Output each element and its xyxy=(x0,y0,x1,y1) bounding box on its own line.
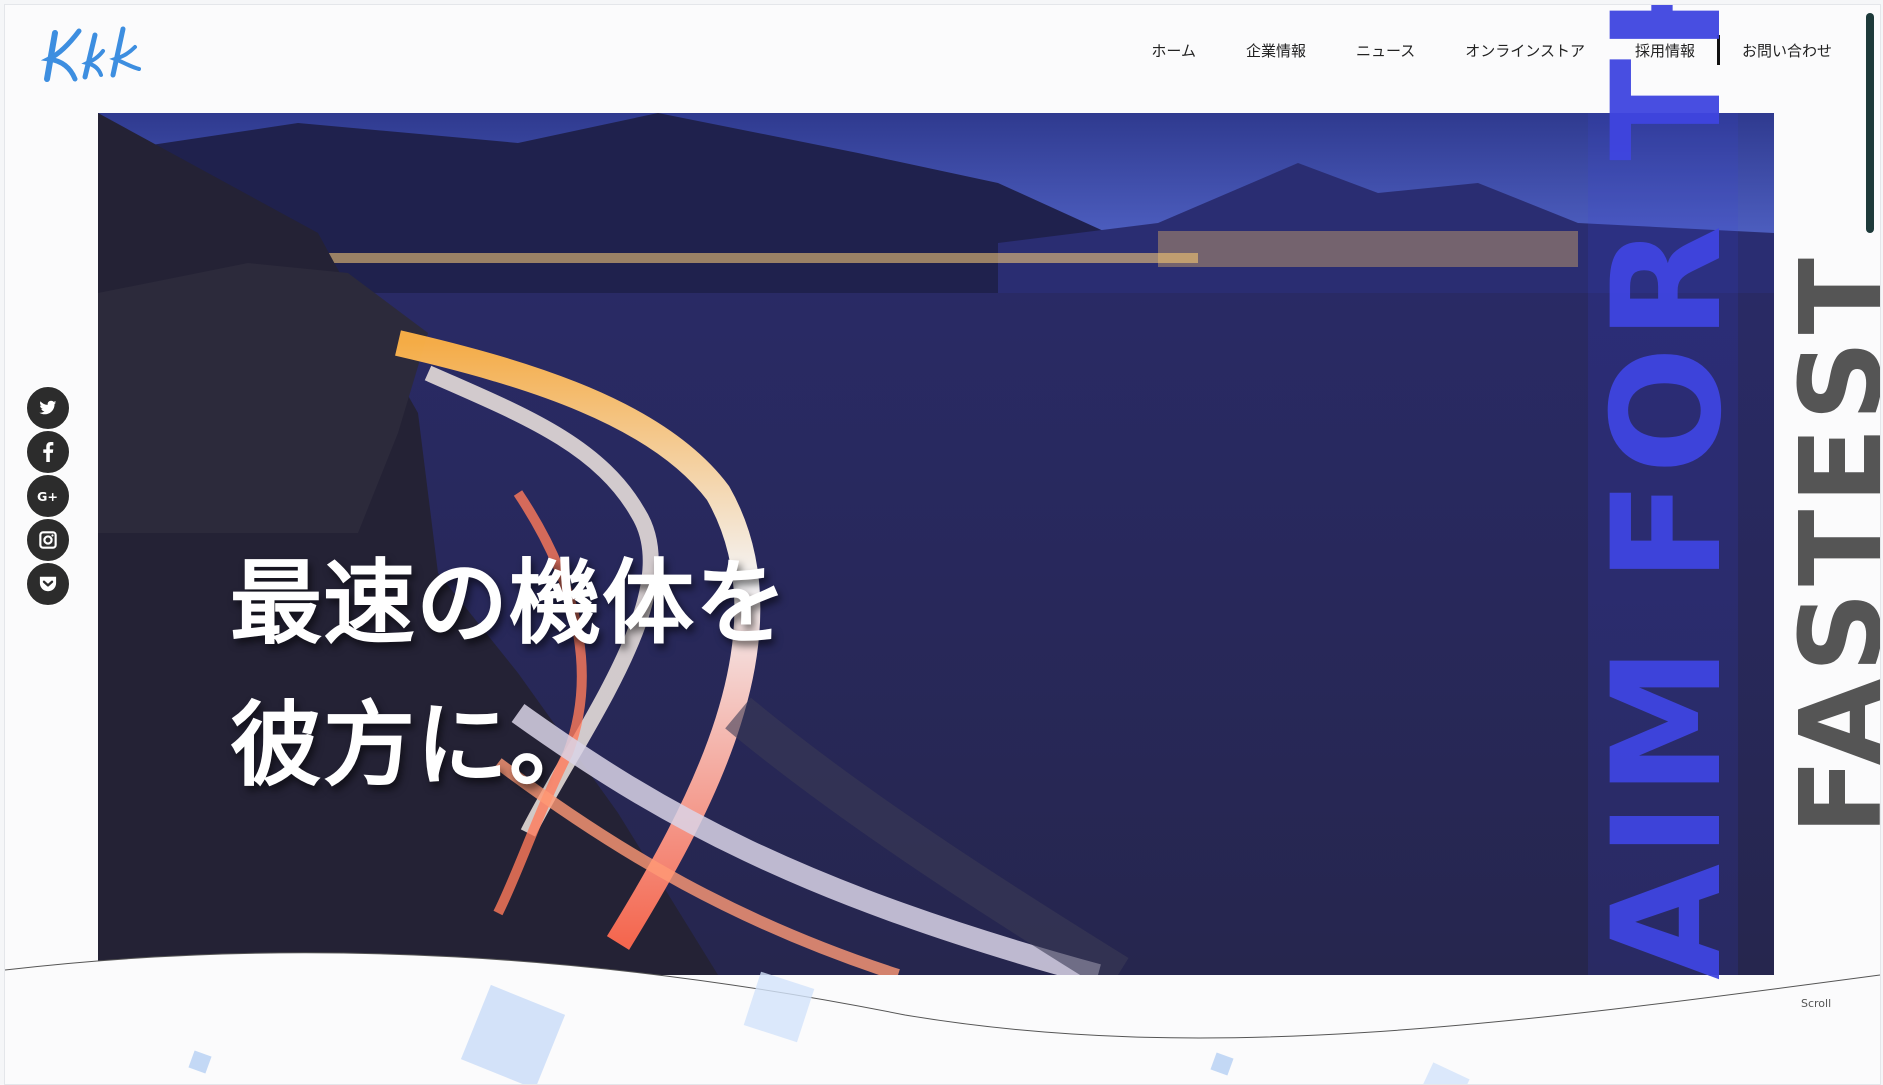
scroll-label[interactable]: Scroll xyxy=(1801,997,1831,1010)
scrollbar-thumb[interactable] xyxy=(1866,13,1874,233)
nav-item-home[interactable]: ホーム xyxy=(1151,40,1196,61)
hero-heading-line-2: 彼方に。 xyxy=(230,675,609,817)
slogan-fastest: FASTEST xyxy=(1777,252,1881,835)
hero-section: 最速の機体を 彼方に。 xyxy=(98,113,1774,975)
nav-item-news[interactable]: ニュース xyxy=(1356,40,1415,61)
page-frame: ホーム 企業情報 ニュース オンラインストア 採用情報 お問い合わせ 最速の機体… xyxy=(4,4,1881,1085)
google-plus-icon[interactable]: G+ xyxy=(26,474,70,518)
hero-heading-text-1: 最速の機体を xyxy=(230,550,789,657)
bottom-wave xyxy=(5,952,1880,1084)
hero-heading: 最速の機体を 彼方に。 xyxy=(230,533,795,817)
hero-heading-line-1: 最速の機体を xyxy=(230,533,795,675)
social-share-bar: G+ xyxy=(26,386,70,606)
instagram-icon[interactable] xyxy=(26,518,70,562)
site-logo[interactable] xyxy=(40,17,151,89)
hero-heading-text-2: 彼方に。 xyxy=(230,692,603,799)
logo-mark xyxy=(40,26,141,82)
nav-item-contact[interactable]: お問い合わせ xyxy=(1742,40,1832,61)
nav-item-online-store[interactable]: オンラインストア xyxy=(1465,40,1585,61)
facebook-icon[interactable] xyxy=(26,430,70,474)
pocket-icon[interactable] xyxy=(26,562,70,606)
twitter-icon[interactable] xyxy=(26,386,70,430)
nav-item-company[interactable]: 企業情報 xyxy=(1246,40,1306,61)
svg-text:G+: G+ xyxy=(37,489,58,503)
slogan-aim-for-the: AIM FOR THE xyxy=(1581,4,1755,980)
